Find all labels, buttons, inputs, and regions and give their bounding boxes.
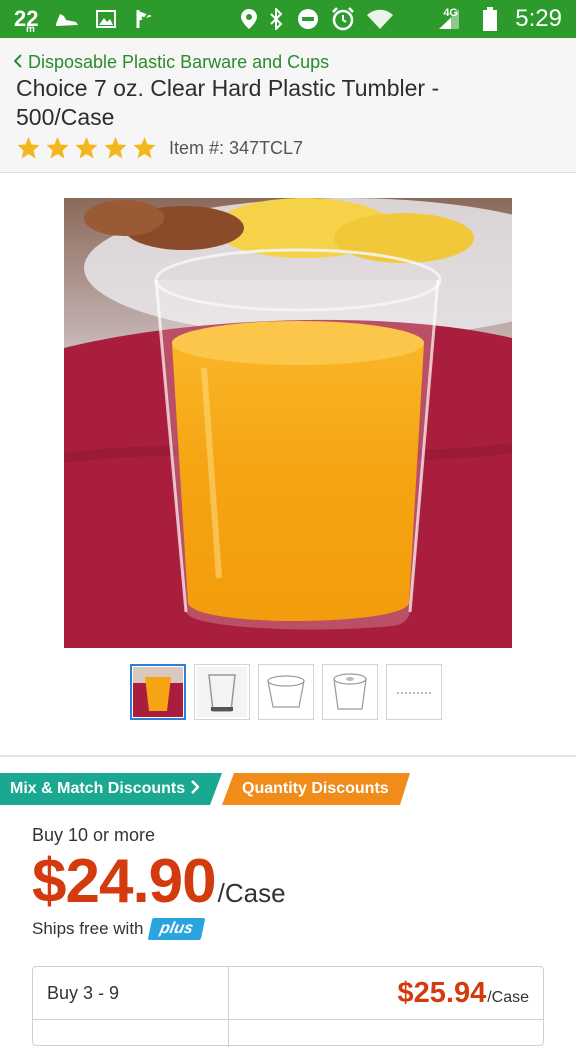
- star-icon: [75, 137, 98, 159]
- thumbnail-4[interactable]: [322, 664, 378, 720]
- tier-price-unit: /Case: [487, 989, 529, 1006]
- price-row: $24.90 /Case: [32, 846, 286, 917]
- chevron-right-icon: [191, 780, 199, 799]
- dnd-icon: [296, 0, 320, 38]
- thumbnail-3[interactable]: [258, 664, 314, 720]
- star-icon: [46, 137, 69, 159]
- star-rating[interactable]: [16, 136, 157, 160]
- tier-price-amount: $25.94: [397, 977, 487, 1009]
- temperature: 22 m: [14, 0, 38, 38]
- alarm-icon: [330, 0, 356, 38]
- product-header: Disposable Plastic Barware and Cups Choi…: [0, 38, 576, 173]
- quantity-tier-table: Buy 3 - 9 $25.94 /Case: [32, 966, 544, 1047]
- buy-threshold-label: Buy 10 or more: [32, 825, 156, 845]
- check-flag-icon: [132, 0, 158, 38]
- product-main-image[interactable]: [64, 198, 512, 648]
- location-icon: [238, 0, 260, 38]
- ships-free-label: Ships free with: [32, 919, 144, 938]
- bluetooth-icon: [266, 0, 286, 38]
- item-number: Item #: 347TCL7: [169, 137, 304, 158]
- star-icon: [133, 137, 156, 159]
- temperature-sub: m: [26, 24, 35, 35]
- chevron-left-icon: [13, 52, 22, 73]
- ships-free-row: Ships free with plus: [32, 918, 205, 940]
- breadcrumb[interactable]: Disposable Plastic Barware and Cups: [13, 52, 330, 73]
- product-title: Choice 7 oz. Clear Hard Plastic Tumbler …: [16, 75, 440, 130]
- thumbnail-5[interactable]: [386, 664, 442, 720]
- image-icon: [94, 0, 118, 38]
- tier-price: $25.94 /Case: [398, 977, 530, 1010]
- tier-row: Buy 3 - 9 $25.94 /Case: [33, 967, 543, 1020]
- rating-row: Item #: 347TCL7: [16, 136, 303, 160]
- thumbnail-1[interactable]: [130, 664, 186, 720]
- section-divider: [0, 755, 576, 757]
- tier-qty: Buy 3 - 9: [47, 983, 120, 1003]
- tab-mix-match-label: Mix & Match Discounts: [10, 780, 186, 797]
- plus-badge[interactable]: plus: [147, 918, 205, 940]
- battery-icon: [480, 0, 500, 38]
- shoe-icon: [52, 0, 82, 38]
- star-icon: [104, 137, 127, 159]
- price-unit: /Case: [217, 878, 286, 908]
- status-bar: 22 m 4G 5:29: [0, 0, 576, 38]
- clock: 5:29: [515, 5, 562, 32]
- tab-mix-match-discounts[interactable]: Mix & Match Discounts: [0, 773, 222, 805]
- star-icon: [17, 137, 40, 159]
- price-value: $24.90: [32, 847, 217, 916]
- signal-icon: [436, 0, 462, 38]
- breadcrumb-label: Disposable Plastic Barware and Cups: [28, 52, 330, 72]
- tab-quantity-label: Quantity Discounts: [242, 780, 389, 797]
- wifi-icon: [366, 0, 394, 38]
- tab-quantity-discounts[interactable]: Quantity Discounts: [222, 773, 410, 805]
- thumbnail-2[interactable]: [194, 664, 250, 720]
- thumbnail-strip: [130, 664, 442, 720]
